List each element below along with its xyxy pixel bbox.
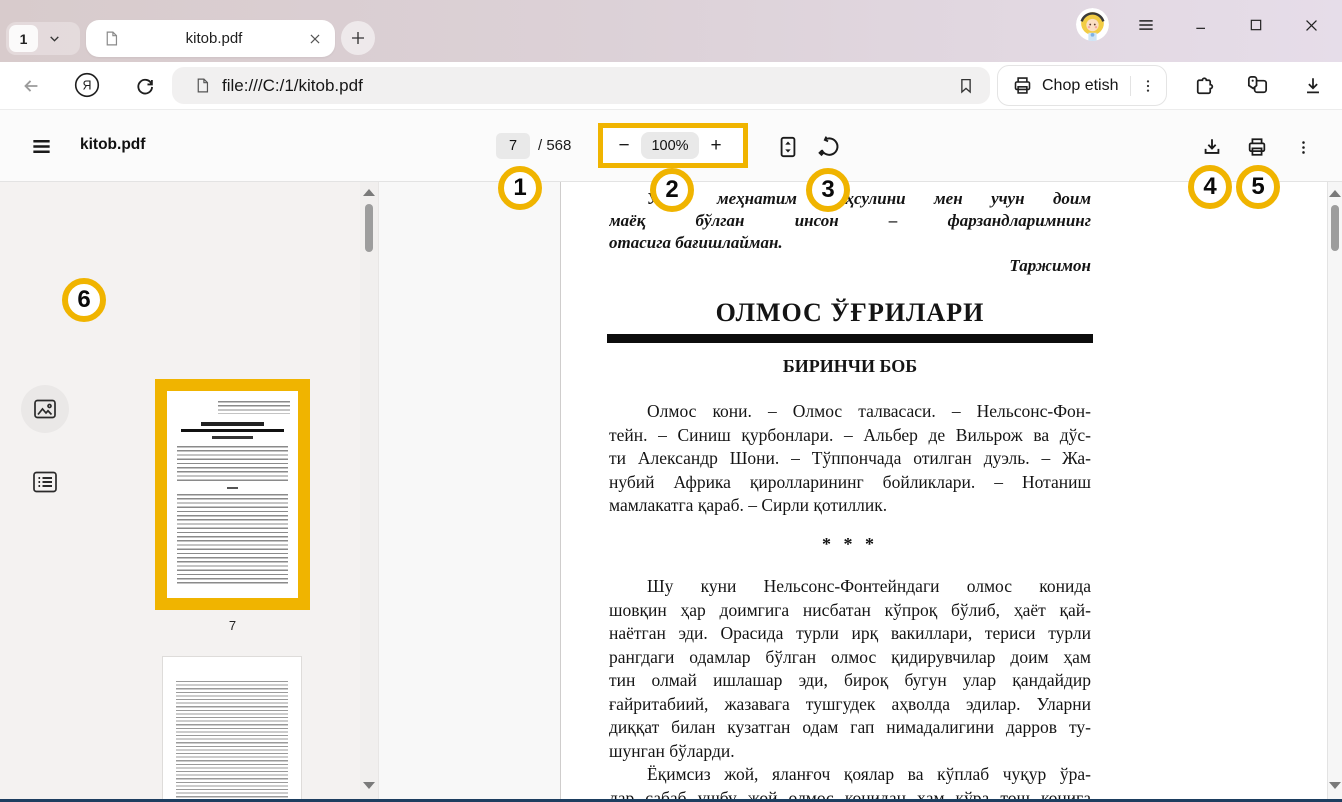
- thumbnail-page-7-preview: [167, 391, 298, 598]
- active-tab[interactable]: kitob.pdf: [86, 20, 335, 57]
- outline-list-icon: [32, 470, 58, 494]
- address-bar: Я file:///C:/1/kitob.pdf Chop etish: [0, 62, 1342, 110]
- scroll-down-arrow[interactable]: [1329, 782, 1341, 789]
- callout-5: 5: [1236, 165, 1280, 209]
- thumbnail-panel: 7 8: [0, 182, 360, 799]
- zoom-level-value: 100%: [641, 132, 699, 159]
- window-maximize-button[interactable]: [1243, 12, 1269, 38]
- section-separator: * * *: [609, 534, 1091, 555]
- print-page-button[interactable]: Chop etish: [997, 65, 1167, 106]
- download-pdf-icon[interactable]: [1198, 133, 1226, 161]
- epigraph-author: Таржимон: [609, 256, 1091, 276]
- image-icon: [33, 398, 57, 420]
- url-field[interactable]: file:///C:/1/kitob.pdf: [172, 67, 990, 104]
- tab-group-chip[interactable]: 1: [6, 22, 80, 55]
- print-page-label: Chop etish: [1042, 77, 1119, 95]
- scroll-down-arrow[interactable]: [363, 782, 375, 789]
- scroll-up-arrow[interactable]: [1329, 190, 1341, 197]
- tab-title: kitob.pdf: [120, 30, 308, 47]
- url-text: file:///C:/1/kitob.pdf: [222, 76, 363, 96]
- callout-6: 6: [62, 278, 106, 322]
- scrollbar-thumb[interactable]: [1331, 205, 1339, 251]
- tab-close-icon[interactable]: [308, 32, 322, 46]
- fit-to-page-icon[interactable]: [774, 133, 802, 161]
- print-pdf-icon[interactable]: [1243, 133, 1271, 161]
- zoom-out-button[interactable]: −: [612, 135, 636, 157]
- bookmark-icon[interactable]: [957, 77, 975, 95]
- paragraph-1: Шу куни Нельсонс-Фонтейндаги олмос конид…: [609, 575, 1091, 763]
- collections-tag-icon[interactable]: [1243, 71, 1271, 99]
- thumbnails-view-button[interactable]: [21, 385, 69, 433]
- extensions-puzzle-icon[interactable]: [1189, 72, 1217, 100]
- yandex-logo-icon[interactable]: Я: [73, 71, 101, 99]
- thumbnail-page-7-selected[interactable]: [155, 379, 310, 610]
- document-icon: [103, 30, 120, 47]
- printer-icon: [1012, 75, 1033, 96]
- paragraph-2: Ёқимсиз жой, яланғоч қоялар ва кўплаб чу…: [609, 763, 1091, 799]
- zoom-controls-highlight: − 100% +: [598, 123, 748, 168]
- book-title: ОЛМОС ЎҒРИЛАРИ: [607, 298, 1093, 328]
- profile-avatar[interactable]: [1076, 8, 1109, 41]
- window-close-button[interactable]: [1298, 12, 1324, 38]
- outline-view-button[interactable]: [30, 468, 60, 496]
- zoom-in-button[interactable]: +: [704, 135, 728, 157]
- back-icon[interactable]: [17, 72, 45, 100]
- new-tab-button[interactable]: [341, 21, 375, 55]
- main-scrollbar: [1327, 182, 1342, 799]
- downloads-icon[interactable]: [1299, 72, 1327, 100]
- pdf-page: Ушбу меҳнатим маҳсулини мен учун доиммаё…: [560, 182, 1327, 799]
- page-count-label: / 568: [538, 137, 571, 154]
- pdf-more-options-kebab-icon[interactable]: [1289, 133, 1317, 161]
- tab-strip: 1 kitob.pdf: [0, 0, 1342, 62]
- callout-1: 1: [498, 166, 542, 210]
- scroll-up-arrow[interactable]: [363, 189, 375, 196]
- chevron-down-icon: [48, 32, 61, 45]
- reload-icon[interactable]: [131, 72, 159, 100]
- svg-text:Я: Я: [82, 79, 91, 93]
- print-options-kebab-icon[interactable]: [1131, 78, 1167, 94]
- body-text: Шу куни Нельсонс-Фонтейндаги олмос конид…: [609, 575, 1091, 799]
- callout-2: 2: [650, 168, 694, 212]
- tab-group-count: 1: [9, 25, 38, 52]
- pdf-document-title: kitob.pdf: [80, 136, 145, 154]
- sidebar-toggle-icon[interactable]: [27, 132, 55, 160]
- chapter-heading: БИРИНЧИ БОБ: [607, 356, 1093, 377]
- callout-4: 4: [1188, 165, 1232, 209]
- page-number-input[interactable]: [496, 133, 530, 159]
- thumbnail-label-7: 7: [155, 618, 310, 633]
- chapter-summary: Олмос кони. – Олмос талвасаси. – Нельсон…: [609, 400, 1091, 518]
- page-icon: [194, 77, 211, 94]
- browser-menu-icon[interactable]: [1133, 12, 1159, 38]
- thumbnail-scrollbar: [360, 182, 378, 799]
- callout-3: 3: [806, 168, 850, 212]
- browser-window: 1 kitob.pdf: [0, 0, 1342, 802]
- window-minimize-button[interactable]: [1188, 12, 1214, 38]
- scrollbar-thumb[interactable]: [365, 204, 373, 252]
- title-rule: [607, 334, 1093, 343]
- thumbnail-page-8[interactable]: [163, 657, 301, 802]
- rotate-page-icon[interactable]: [815, 133, 843, 161]
